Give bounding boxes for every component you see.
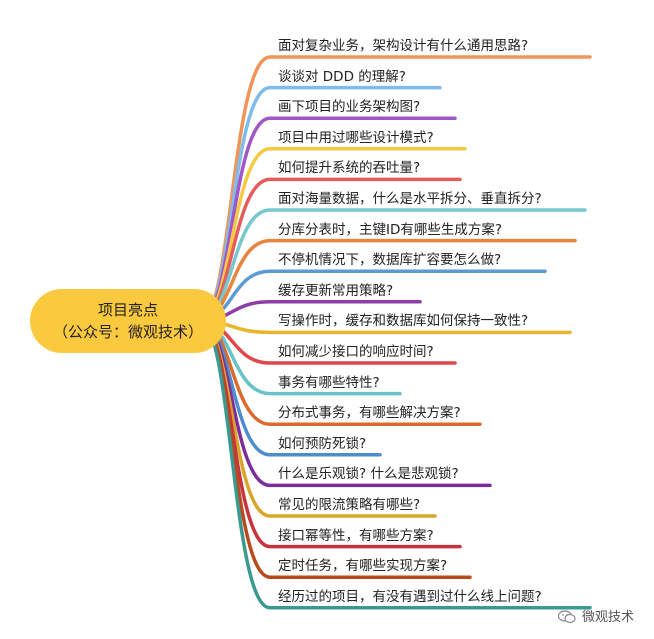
wechat-icon — [557, 609, 576, 623]
branch-label[interactable]: 什么是乐观锁? 什么是悲观锁? — [278, 466, 459, 482]
root-title: 项目亮点 — [97, 301, 158, 319]
branch-label[interactable]: 分库分表时，主键ID有哪些生成方案? — [278, 222, 502, 238]
branch-label[interactable]: 如何预防死锁? — [278, 436, 366, 452]
branch-label[interactable]: 画下项目的业务架构图? — [278, 99, 420, 115]
branch-label[interactable]: 不停机情况下，数据库扩容要怎么做? — [278, 252, 501, 268]
branch-label[interactable]: 缓存更新常用策略? — [278, 283, 393, 299]
branch-label[interactable]: 如何提升系统的吞吐量? — [278, 160, 420, 176]
watermark: 微观技术 — [557, 606, 634, 625]
watermark-text: 微观技术 — [581, 610, 634, 625]
root-node[interactable]: 项目亮点 （公众号：微观技术） — [30, 289, 226, 353]
root-subtitle: （公众号：微观技术） — [52, 323, 203, 341]
branch-label[interactable]: 写操作时，缓存和数据库如何保持一致性? — [278, 313, 528, 329]
branch-label[interactable]: 面对复杂业务，架构设计有什么通用思路? — [278, 38, 528, 54]
branch-label[interactable]: 如何减少接口的响应时间? — [278, 344, 434, 360]
branch-label[interactable]: 项目中用过哪些设计模式? — [278, 130, 434, 146]
branch-label[interactable]: 经历过的项目，有没有遇到过什么线上问题? — [278, 589, 542, 605]
branch-label[interactable]: 事务有哪些特性? — [278, 375, 380, 391]
branch-label[interactable]: 接口幂等性，有哪些方案? — [278, 528, 434, 544]
branch-label[interactable]: 谈谈对 DDD 的理解? — [278, 69, 406, 85]
branch-label[interactable]: 定时任务，有哪些实现方案? — [278, 558, 447, 574]
branch-label[interactable]: 分布式事务，有哪些解决方案? — [278, 405, 461, 421]
branch-label[interactable]: 面对海量数据，什么是水平拆分、垂直拆分? — [278, 191, 542, 207]
branch-label[interactable]: 常见的限流策略有哪些? — [278, 497, 420, 513]
